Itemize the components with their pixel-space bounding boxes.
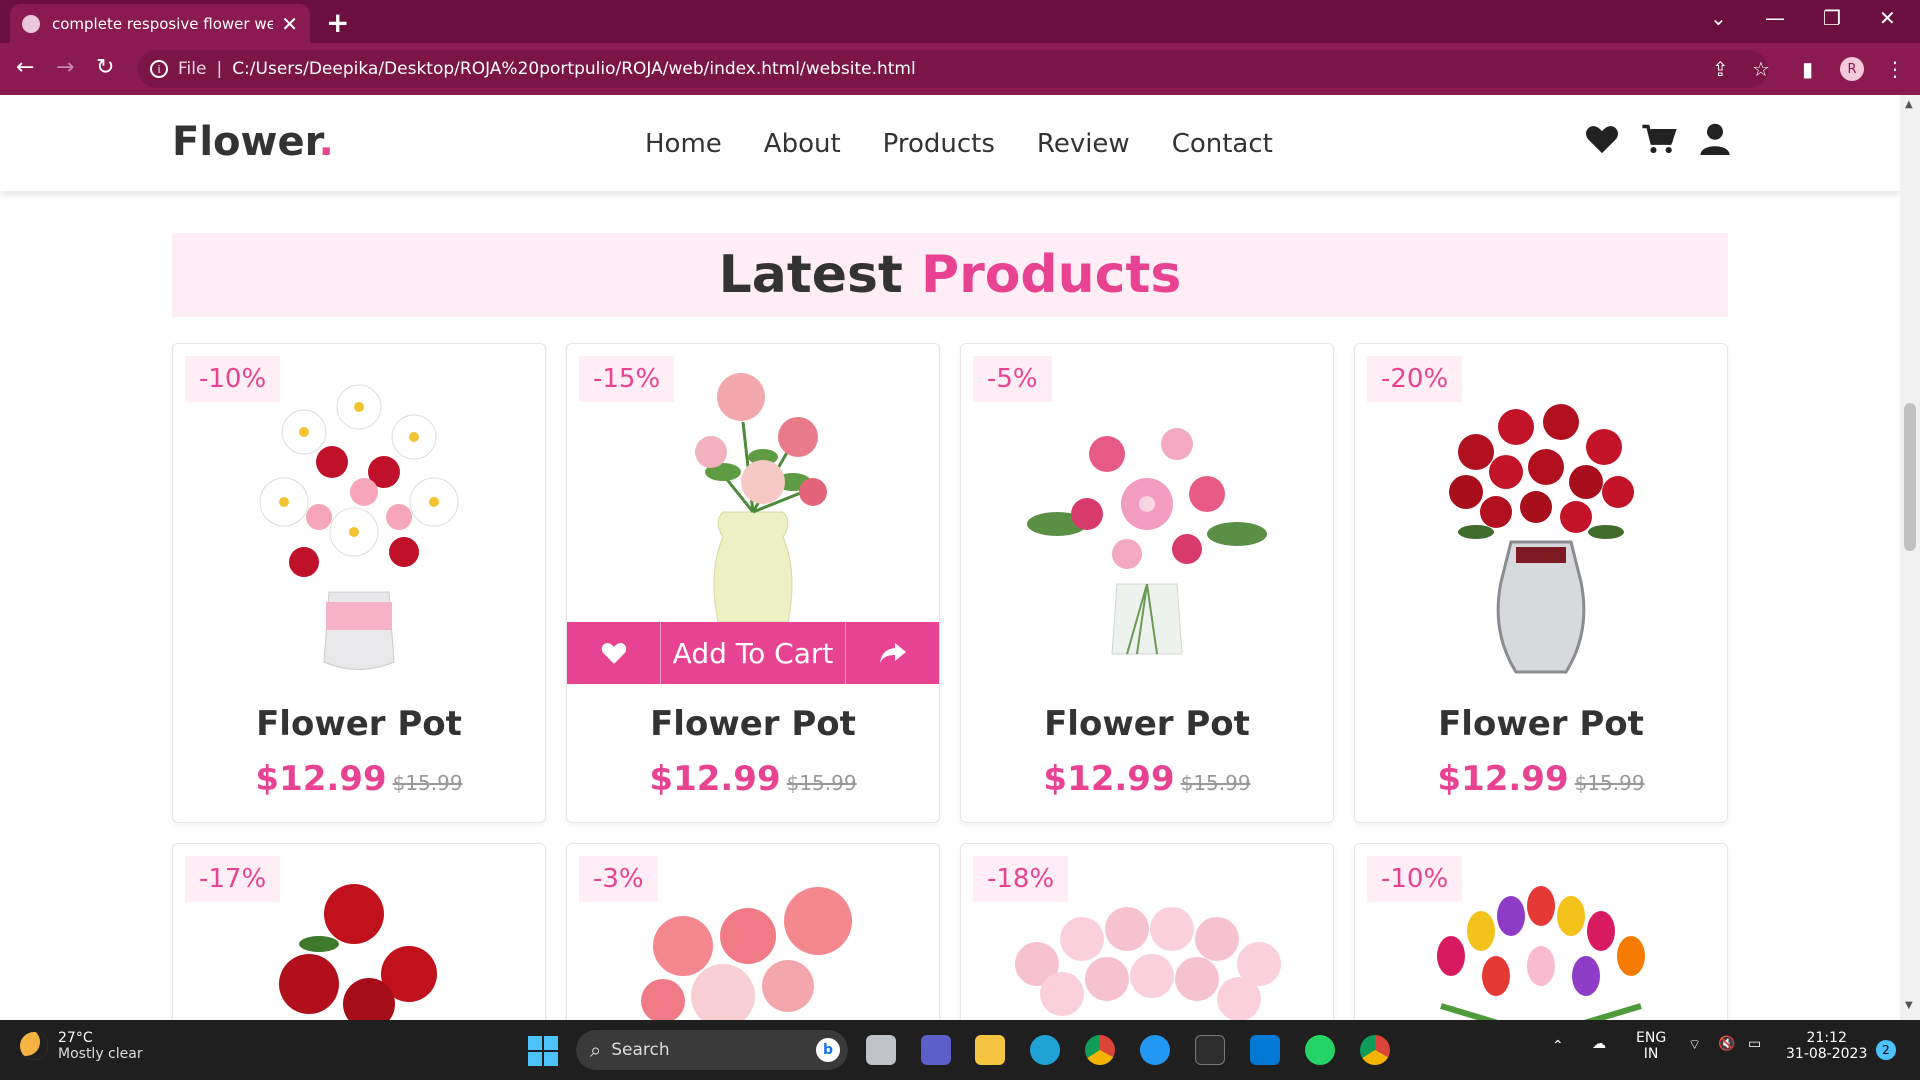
battery-icon[interactable]: ▭ [1748,1036,1761,1052]
product-name: Flower Pot [650,704,856,744]
product-card[interactable]: -15% Add To Cart Flower Pot $12.99 $15.99 [566,343,940,823]
volume-icon[interactable]: 🔇 [1718,1036,1735,1052]
product-card[interactable]: -10% Flower Pot $12.99 $15.99 [172,343,546,823]
menu-kebab-icon[interactable]: ⋮ [1885,57,1905,81]
product-price: $12.99 $15.99 [1043,759,1251,799]
chrome-profile-icon[interactable] [1360,1035,1390,1065]
whatsapp-icon[interactable] [1305,1035,1335,1065]
side-panel-icon[interactable]: ▮ [1802,57,1813,81]
product-name: Flower Pot [256,704,462,744]
nav-contact[interactable]: Contact [1172,129,1273,159]
weather-widget[interactable]: 27°C Mostly clear [20,1030,143,1062]
product-card[interactable]: -17% [172,843,546,1020]
back-icon[interactable]: ← [16,55,34,80]
url-scheme: File [178,59,207,79]
close-tab-icon[interactable]: ✕ [281,12,298,36]
moon-icon [20,1032,48,1060]
nav-review[interactable]: Review [1037,129,1130,159]
header-icons [1585,123,1731,155]
task-view-icon[interactable] [866,1035,896,1065]
product-card[interactable]: -20% Flower Pot $12.99 $15.99 [1354,343,1728,823]
tray-chevron-icon[interactable]: ⌃ [1552,1038,1564,1054]
user-icon[interactable] [1699,123,1731,155]
nav-about[interactable]: About [764,129,841,159]
product-card[interactable]: -18% [960,843,1334,1020]
url-text[interactable]: C:/Users/Deepika/Desktop/ROJA%20portpuli… [232,59,916,79]
product-name: Flower Pot [1044,704,1250,744]
teams-icon[interactable] [921,1035,951,1065]
red-roses-image [279,884,437,1020]
red-roses-vase-image [1449,404,1634,674]
windows-taskbar: 27°C Mostly clear ⌕ Search b ⌃ ☁ ENG IN … [0,1020,1920,1080]
wishlist-heart-icon[interactable] [567,622,660,684]
product-price: $12.99 $15.99 [255,759,463,799]
share-icon[interactable]: ⇪ [1712,57,1729,81]
product-price: $12.99 $15.99 [649,759,857,799]
main-nav: Home About Products Review Contact [645,129,1273,159]
clock[interactable]: 21:12 31-08-2023 [1786,1030,1867,1062]
search-icon: ⌕ [590,1038,602,1062]
browser-tab[interactable]: complete resposive flower website ✕ [10,4,310,43]
weather-desc: Mostly clear [58,1046,143,1062]
share-arrow-icon[interactable] [846,622,939,684]
flower-bouquet-image [259,384,459,670]
page-scrollbar[interactable]: ▲ ▼ [1900,95,1920,1020]
tab-search-icon[interactable]: ⌄ [1710,6,1727,30]
tulips-image [1437,886,1645,1020]
add-to-cart-button[interactable]: Add To Cart [660,622,846,684]
web-page: Flower. Home About Products Review Conta… [0,95,1900,1020]
tab-title: complete resposive flower website [52,14,274,33]
onedrive-icon[interactable]: ☁ [1592,1036,1606,1052]
nav-products[interactable]: Products [883,129,995,159]
scrollbar-thumb[interactable] [1904,403,1916,551]
product-card[interactable]: -5% Flower Pot $12.99 $15.99 [960,343,1334,823]
close-window-icon[interactable]: ✕ [1879,6,1896,30]
scroll-down-icon[interactable]: ▼ [1905,1000,1913,1011]
info-icon[interactable]: i [150,60,168,78]
help-icon[interactable] [1140,1035,1170,1065]
product-card[interactable]: -3% [566,843,940,1020]
pink-roses-image [641,887,852,1020]
language-indicator[interactable]: ENG IN [1636,1030,1666,1062]
nav-home[interactable]: Home [645,129,722,159]
flower-bouquet-image [1027,409,1267,655]
bookmark-star-icon[interactable]: ☆ [1752,57,1770,81]
edge-icon[interactable] [1030,1035,1060,1065]
weather-temp: 27°C [58,1030,93,1046]
light-pink-roses-image [1015,907,1281,1020]
new-tab-icon[interactable]: + [326,6,349,39]
restore-icon[interactable]: ❐ [1823,6,1841,30]
vscode-icon[interactable] [1250,1035,1280,1065]
notification-badge[interactable]: 2 [1876,1040,1896,1060]
taskbar-search[interactable]: ⌕ Search b [576,1030,848,1070]
heart-icon[interactable] [1585,123,1619,155]
product-price: $12.99 $15.99 [1437,759,1645,799]
globe-icon [22,14,40,33]
bing-icon[interactable]: b [816,1038,840,1062]
section-heading: Latest Products [172,233,1728,317]
scroll-up-icon[interactable]: ▲ [1905,99,1913,110]
product-card[interactable]: -10% [1354,843,1728,1020]
url-bar[interactable]: i File | C:/Users/Deepika/Desktop/ROJA%2… [138,50,1768,88]
cart-icon[interactable] [1641,123,1677,155]
chrome-icon[interactable] [1085,1035,1115,1065]
product-name: Flower Pot [1438,704,1644,744]
reload-icon[interactable]: ↻ [96,55,114,80]
file-explorer-icon[interactable] [975,1035,1005,1065]
wifi-icon[interactable]: ⌔ [1688,1036,1701,1054]
browser-tab-strip: complete resposive flower website ✕ + ⌄ … [0,0,1920,43]
flower-vase-image [695,373,827,622]
logo[interactable]: Flower. [172,119,334,165]
profile-avatar[interactable]: R [1840,57,1864,81]
minimize-icon[interactable]: — [1765,6,1785,30]
terminal-icon[interactable] [1195,1035,1225,1065]
address-toolbar: ← → ↻ i File | C:/Users/Deepika/Desktop/… [0,43,1920,95]
site-header: Flower. Home About Products Review Conta… [0,95,1900,191]
product-action-bar: Add To Cart [567,622,939,684]
windows-start-icon[interactable] [528,1036,558,1066]
forward-icon[interactable]: → [56,55,74,80]
